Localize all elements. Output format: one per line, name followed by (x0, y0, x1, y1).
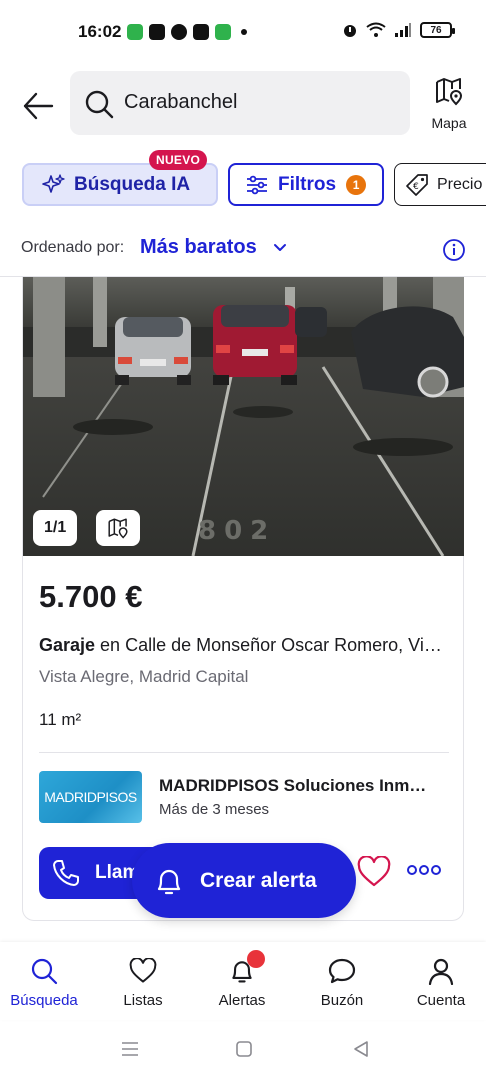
map-button[interactable]: Mapa (422, 76, 476, 136)
listing-location: Vista Alegre, Madrid Capital (39, 667, 249, 686)
battery-indicator: 76 (420, 22, 455, 38)
sparkle-icon (42, 173, 65, 193)
nav-item-listas[interactable]: Listas (98, 956, 188, 1009)
chevron-down-icon[interactable] (272, 240, 288, 256)
svg-text:802: 802 (198, 516, 276, 546)
system-nav-bar (0, 1020, 486, 1080)
agency-logo[interactable]: MADRIDPISOS (39, 771, 142, 823)
alarm-icon (344, 25, 356, 37)
user-icon (428, 958, 454, 985)
back-button[interactable] (20, 88, 56, 124)
bottom-nav: Búsqueda Listas Alertas Buzón Cuenta (0, 942, 486, 1020)
notification-icons (127, 24, 247, 40)
listing-title[interactable]: Garaje en Calle de Monseñor Oscar Romero… (39, 635, 442, 656)
listing-address: en Calle de Monseñor Oscar Romero, Vi… (95, 635, 442, 655)
photo-map-button[interactable] (96, 510, 140, 546)
nav-label: Buzón (320, 992, 364, 1009)
new-badge: NUEVO (149, 150, 208, 170)
filters-label: Filtros (278, 173, 337, 195)
filters-count-badge: 1 (346, 174, 367, 195)
arrow-left-icon (23, 92, 54, 120)
map-label: Mapa (431, 115, 467, 131)
listing-photo[interactable]: 802 1/1 (23, 277, 464, 556)
filters-chip[interactable]: Filtros 1 (228, 163, 384, 206)
nav-label: Búsqueda (10, 992, 78, 1009)
nav-item-busqueda[interactable]: Búsqueda (0, 956, 89, 1009)
signal-icon (395, 23, 411, 37)
heart-icon (129, 958, 157, 983)
listing-card[interactable]: 802 1/1 5.700 € Garaje en Calle de Monse… (22, 277, 464, 921)
card-divider (39, 752, 449, 753)
photo-counter: 1/1 (33, 510, 78, 546)
phone-icon (53, 860, 79, 886)
search-query: Carabanchel (124, 91, 238, 113)
map-pin-icon (436, 78, 463, 106)
nav-item-cuenta[interactable]: Cuenta (396, 956, 486, 1009)
status-icons: 76 (342, 22, 455, 38)
price-tag-icon: € (406, 173, 428, 196)
nav-label: Cuenta (416, 992, 466, 1009)
create-alert-button[interactable]: Crear alerta (132, 843, 356, 918)
create-alert-label: Crear alerta (200, 868, 317, 892)
sort-row: Ordenado por: Más baratos (0, 230, 486, 270)
search-input[interactable]: Carabanchel (70, 71, 410, 135)
menu-icon[interactable] (120, 1040, 140, 1058)
ai-search-label: Búsqueda IA (74, 173, 191, 195)
search-icon (31, 958, 58, 985)
app-notification-icon (215, 24, 231, 40)
nav-label: Alertas (218, 992, 266, 1009)
sort-dropdown[interactable]: Más baratos (140, 236, 257, 259)
agency-since: Más de 3 meses (159, 801, 270, 818)
agency-name[interactable]: MADRIDPISOS Soluciones Inm… (159, 776, 426, 796)
back-triangle-icon[interactable] (352, 1040, 370, 1058)
status-time: 16:02 (78, 22, 122, 41)
gmail-notification-icon (193, 24, 209, 40)
info-icon[interactable] (442, 238, 466, 262)
alert-notification-dot (247, 950, 265, 968)
nav-item-buzon[interactable]: Buzón (297, 956, 387, 1009)
app-notification-icon (127, 24, 143, 40)
price-label: Precio (437, 175, 483, 193)
status-bar: 16:02 76 (0, 0, 486, 62)
bell-icon (157, 869, 181, 894)
nav-label: Listas (123, 992, 163, 1009)
listing-area: 11 m² (39, 710, 82, 729)
sliders-icon (247, 175, 267, 194)
svg-text:€: € (413, 182, 419, 192)
search-icon (85, 90, 114, 119)
more-options-icon[interactable] (407, 863, 441, 877)
app-notification-icon (171, 24, 187, 40)
chat-bubble-icon (328, 958, 356, 984)
wifi-icon (366, 22, 386, 37)
listing-type: Garaje (39, 635, 96, 655)
youtube-notification-icon (149, 24, 165, 40)
nav-item-alertas[interactable]: Alertas (197, 950, 287, 1009)
garage-photo: 802 (23, 277, 464, 556)
map-pin-icon (108, 518, 128, 539)
sort-prefix: Ordenado por: (21, 239, 125, 256)
listing-price: 5.700 € (39, 579, 143, 614)
home-icon[interactable] (235, 1040, 253, 1058)
heart-icon[interactable] (357, 856, 391, 888)
more-notifications-dot (241, 29, 247, 35)
price-chip[interactable]: € Precio (394, 163, 486, 206)
